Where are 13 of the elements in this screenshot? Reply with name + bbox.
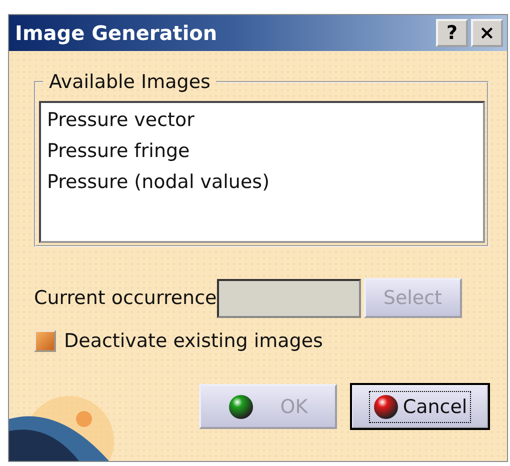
list-item[interactable]: Pressure fringe: [47, 136, 477, 167]
cancel-button[interactable]: Cancel: [351, 384, 489, 429]
help-button[interactable]: ?: [436, 19, 468, 47]
group-legend: Available Images: [43, 71, 216, 93]
checkbox[interactable]: [34, 330, 56, 352]
ball-icon: [228, 394, 254, 420]
ball-icon: [372, 394, 399, 420]
close-button[interactable]: ×: [471, 19, 503, 47]
window-title: Image Generation: [15, 21, 218, 45]
occurrence-label: Current occurrence: [34, 287, 217, 309]
list-item[interactable]: Pressure (nodal values): [47, 167, 477, 198]
list-item[interactable]: Pressure vector: [47, 105, 477, 136]
checkbox-label: Deactivate existing images: [64, 330, 323, 352]
